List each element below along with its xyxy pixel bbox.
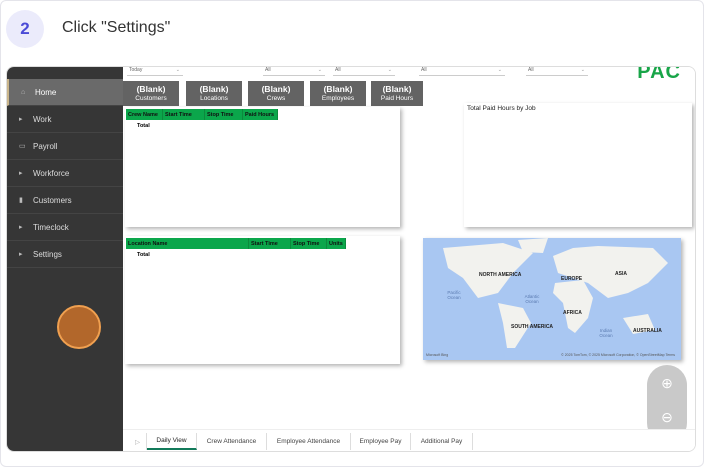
tab-scroll-arrow-icon[interactable]: ▷ <box>129 433 147 450</box>
crew-table-header: Crew Name Start Time Stop Time Paid Hour… <box>126 109 278 120</box>
map-label: ASIA <box>615 271 627 277</box>
map-label: EUROPE <box>561 276 583 282</box>
kpi-value: (Blank) <box>136 84 166 94</box>
kpi-card-customers: (Blank) Customers <box>123 81 179 106</box>
column-header[interactable]: Crew Name <box>126 109 163 120</box>
column-header[interactable]: Stop Time <box>205 109 243 120</box>
click-indicator <box>57 305 101 349</box>
zoom-out-icon[interactable]: ⊖ <box>657 409 677 429</box>
chevron-down-icon: ⌄ <box>317 67 322 73</box>
sidebar-item-label: Timeclock <box>33 222 69 232</box>
kpi-card-locations: (Blank) Locations <box>186 81 242 106</box>
sidebar-item-customers[interactable]: ▮ Customers <box>7 187 123 214</box>
ocean-label: Atlantic Ocean <box>524 294 540 304</box>
home-icon: ⌂ <box>21 88 26 96</box>
map-label: AUSTRALIA <box>633 328 662 334</box>
sidebar-item-label: Workforce <box>33 168 70 178</box>
filter-dropdown[interactable]: All ⌄ <box>419 67 505 76</box>
location-table-panel: Location Name Start Time Stop Time Units… <box>125 236 400 364</box>
kpi-value: (Blank) <box>323 84 353 94</box>
kpi-label: Customers <box>135 95 167 102</box>
filter-dropdown[interactable]: All ⌄ <box>263 67 325 76</box>
kpi-card-crews: (Blank) Crews <box>248 81 304 106</box>
company-logo: PAC <box>637 66 681 83</box>
kpi-label: Paid Hours <box>380 95 414 102</box>
kpi-label: Employees <box>321 95 355 102</box>
column-header[interactable]: Paid Hours <box>243 109 278 120</box>
filter-value: All <box>421 67 427 73</box>
filter-value: All <box>335 67 341 73</box>
money-icon: ▭ <box>19 143 26 150</box>
sidebar-item-home[interactable]: ⌂ Home <box>7 79 123 106</box>
building-icon: ▮ <box>19 197 23 204</box>
map-label: SOUTH AMERICA <box>511 324 554 330</box>
column-header[interactable]: Start Time <box>163 109 205 120</box>
column-header[interactable]: Stop Time <box>291 238 327 249</box>
paid-hours-by-job-chart: Total Paid Hours by Job <box>464 103 692 227</box>
sidebar-item-label: Home <box>35 87 57 97</box>
filter-value: All <box>528 67 534 73</box>
step-number-badge: 2 <box>6 10 44 48</box>
caret-right-icon: ▸ <box>19 116 23 123</box>
sidebar-item-label: Payroll <box>33 141 58 151</box>
sidebar-item-label: Work <box>33 114 52 124</box>
location-table-header: Location Name Start Time Stop Time Units <box>126 238 346 249</box>
kpi-value: (Blank) <box>382 84 412 94</box>
kpi-label: Crews <box>266 95 286 102</box>
chevron-down-icon: ⌄ <box>175 67 180 73</box>
kpi-value: (Blank) <box>261 84 291 94</box>
tab-additional-pay[interactable]: Additional Pay <box>411 433 473 450</box>
chart-title: Total Paid Hours by Job <box>467 105 536 112</box>
step-instruction: Click "Settings" <box>62 19 171 36</box>
filter-dropdown[interactable]: All ⌄ <box>526 67 588 76</box>
zoom-in-icon[interactable]: ⊕ <box>657 375 677 395</box>
column-header[interactable]: Start Time <box>249 238 291 249</box>
total-row: Total <box>137 252 150 258</box>
bing-logo: Microsoft Bing <box>426 353 449 357</box>
sidebar-item-label: Customers <box>33 195 72 205</box>
tab-crew-attendance[interactable]: Crew Attendance <box>197 433 267 450</box>
sidebar-item-work[interactable]: ▸ Work <box>7 106 123 133</box>
map-label: NORTH AMERICA <box>479 272 522 278</box>
kpi-card-employees: (Blank) Employees <box>310 81 366 106</box>
date-filter[interactable]: Today ⌄ <box>127 67 183 76</box>
kpi-value: (Blank) <box>199 84 229 94</box>
ocean-label: Pacific Ocean <box>447 290 461 300</box>
total-row: Total <box>137 123 150 129</box>
app-screenshot: ⌂ Home ▸ Work ▭ Payroll ▸ Workforce ▮ Custome… <box>6 66 696 452</box>
filter-dropdown[interactable]: All ⌄ <box>333 67 395 76</box>
column-header[interactable]: Location Name <box>126 238 249 249</box>
chevron-down-icon: ⌄ <box>497 67 502 73</box>
page-tabs: ▷ Daily View Crew Attendance Employee At… <box>123 429 695 451</box>
sidebar: ⌂ Home ▸ Work ▭ Payroll ▸ Workforce ▮ Custome… <box>7 67 123 451</box>
kpi-label: Locations <box>200 95 228 102</box>
crew-table-panel: Crew Name Start Time Stop Time Paid Hour… <box>125 107 400 227</box>
chevron-down-icon: ⌄ <box>387 67 392 73</box>
caret-right-icon: ▸ <box>19 251 23 258</box>
caret-right-icon: ▸ <box>19 170 23 177</box>
sidebar-item-timeclock[interactable]: ▸ Timeclock <box>7 214 123 241</box>
kpi-card-paid-hours: (Blank) Paid Hours <box>371 81 423 106</box>
caret-right-icon: ▸ <box>19 224 23 231</box>
filter-value: Today <box>129 67 143 73</box>
map-visual[interactable]: NORTH AMERICA EUROPE ASIA AFRICA SOUTH A… <box>423 238 681 360</box>
map-attribution[interactable]: © 2025 TomTom, © 2025 Microsoft Corporat… <box>561 353 675 357</box>
sidebar-item-settings[interactable]: ▸ Settings <box>7 241 123 268</box>
sidebar-item-payroll[interactable]: ▭ Payroll <box>7 133 123 160</box>
filter-value: All <box>265 67 271 73</box>
tab-employee-pay[interactable]: Employee Pay <box>351 433 411 450</box>
tab-daily-view[interactable]: Daily View <box>147 433 197 450</box>
report-canvas: Today ⌄ All ⌄ All ⌄ All ⌄ All ⌄ PAC (Blank) Cu… <box>123 67 695 451</box>
column-header[interactable]: Units <box>327 238 346 249</box>
tab-employee-attendance[interactable]: Employee Attendance <box>267 433 351 450</box>
ocean-label: Indian Ocean <box>599 328 613 338</box>
map-label: AFRICA <box>563 310 582 316</box>
chevron-down-icon: ⌄ <box>580 67 585 73</box>
sidebar-item-label: Settings <box>33 249 62 259</box>
sidebar-item-workforce[interactable]: ▸ Workforce <box>7 160 123 187</box>
